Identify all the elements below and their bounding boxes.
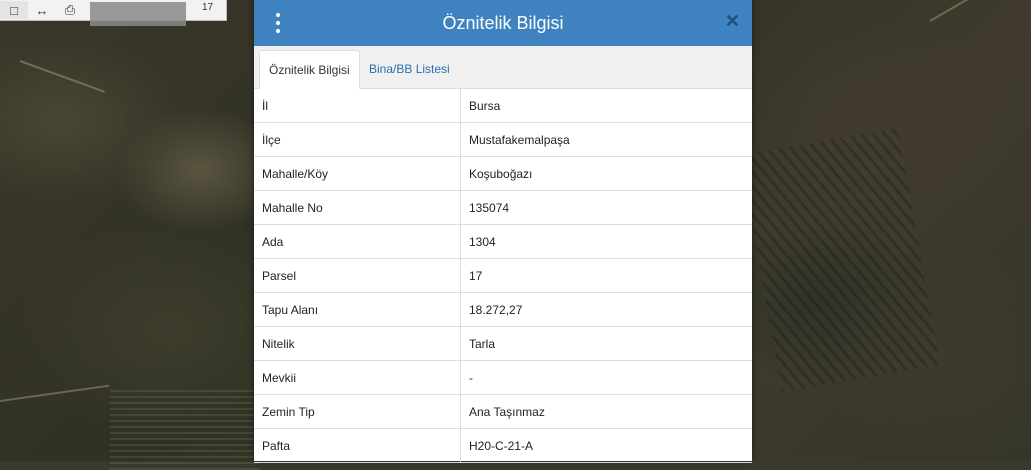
dialog-title: Öznitelik Bilgisi: [442, 13, 563, 34]
table-row: Mahalle No135074: [254, 191, 752, 225]
table-row: Mevkii-: [254, 361, 752, 395]
table-row: NitelikTarla: [254, 327, 752, 361]
table-row: Ada1304: [254, 225, 752, 259]
table-row: Zemin TipAna Taşınmaz: [254, 395, 752, 429]
attribute-value: -: [461, 361, 753, 395]
kebab-menu-icon[interactable]: [274, 13, 282, 33]
attribute-key: Mahalle/Köy: [254, 157, 461, 191]
attribute-key: Pafta: [254, 429, 461, 463]
attribute-value: H20-C-21-A: [461, 429, 753, 463]
attribute-value: Tarla: [461, 327, 753, 361]
attribute-key: Parsel: [254, 259, 461, 293]
attribute-key: Ada: [254, 225, 461, 259]
table-row: İlBursa: [254, 89, 752, 123]
table-row: Tapu Alanı18.272,27: [254, 293, 752, 327]
map-field: [110, 390, 260, 470]
attribute-value: Mustafakemalpaşa: [461, 123, 753, 157]
toolbar-value: 17: [202, 2, 213, 13]
tab-attribute-info[interactable]: Öznitelik Bilgisi: [259, 50, 360, 89]
attribute-key: Nitelik: [254, 327, 461, 361]
table-row: İlçeMustafakemalpaşa: [254, 123, 752, 157]
print-icon[interactable]: ⎙: [56, 1, 84, 19]
attribute-value: Bursa: [461, 89, 753, 123]
tab-bar: Öznitelik Bilgisi Bina/BB Listesi: [254, 46, 752, 89]
tab-building-list[interactable]: Bina/BB Listesi: [360, 50, 459, 87]
close-icon[interactable]: ✕: [725, 11, 740, 32]
table-row: Parsel17: [254, 259, 752, 293]
attribute-key: Mahalle No: [254, 191, 461, 225]
attribute-key: İl: [254, 89, 461, 123]
attribute-value: Koşuboğazı: [461, 157, 753, 191]
attribute-key: Zemin Tip: [254, 395, 461, 429]
attribute-key: Tapu Alanı: [254, 293, 461, 327]
table-row: Mahalle/KöyKoşuboğazı: [254, 157, 752, 191]
table-row: PaftaH20-C-21-A: [254, 429, 752, 463]
attribute-value: 135074: [461, 191, 753, 225]
select-tool-icon[interactable]: □: [0, 1, 28, 19]
attribute-value: 1304: [461, 225, 753, 259]
attribute-key: Mevkii: [254, 361, 461, 395]
attribute-info-dialog: Öznitelik Bilgisi ✕ Öznitelik Bilgisi Bi…: [254, 0, 752, 461]
attribute-value: Ana Taşınmaz: [461, 395, 753, 429]
redacted-field: [90, 2, 186, 26]
map-toolbar: □ ↔ ⎙ 17: [0, 0, 227, 21]
attribute-table: İlBursaİlçeMustafakemalpaşaMahalle/KöyKo…: [254, 89, 752, 463]
attribute-value: 17: [461, 259, 753, 293]
attribute-key: İlçe: [254, 123, 461, 157]
attribute-value: 18.272,27: [461, 293, 753, 327]
dialog-header: Öznitelik Bilgisi ✕: [254, 0, 752, 46]
move-horizontal-icon[interactable]: ↔: [28, 1, 56, 19]
